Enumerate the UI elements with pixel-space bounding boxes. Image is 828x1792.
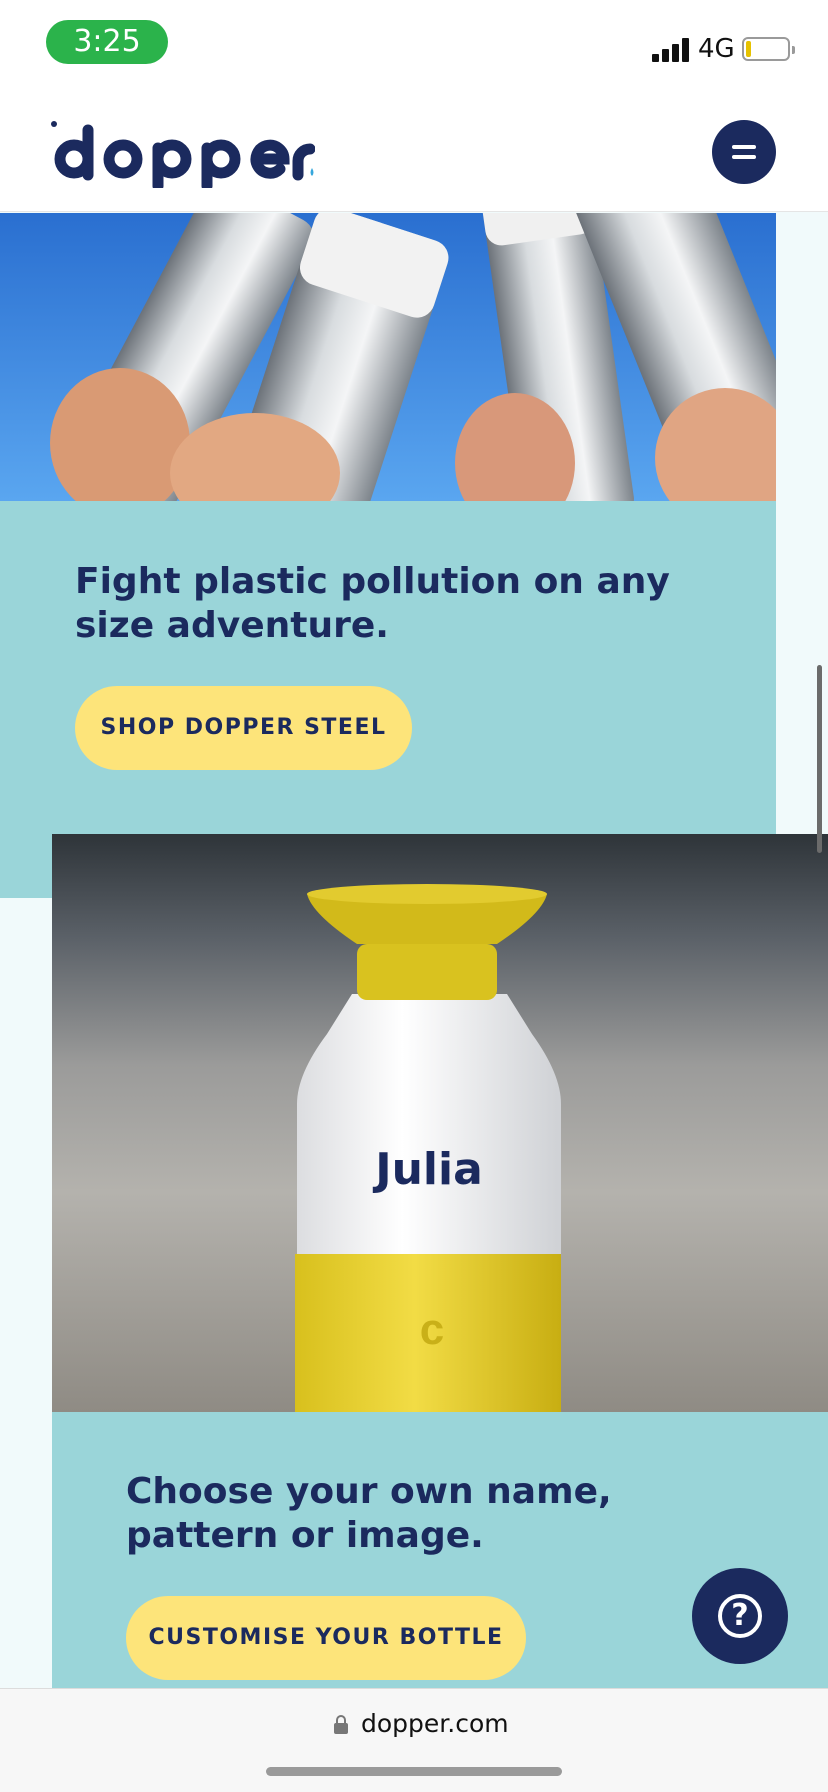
shop-dopper-steel-button[interactable]: SHOP DOPPER STEEL (75, 686, 412, 770)
svg-text:c: c (420, 1305, 444, 1354)
status-bar: 3:25 4G (0, 0, 828, 92)
question-icon: ? (718, 1594, 762, 1638)
battery-icon (742, 37, 795, 61)
page-scrollbar[interactable] (817, 665, 822, 853)
status-time: 3:25 (46, 20, 168, 64)
site-header (0, 92, 828, 212)
steel-bottles-image (50, 213, 776, 501)
customise-your-bottle-button[interactable]: CUSTOMISE YOUR BOTTLE (126, 1596, 526, 1680)
hamburger-icon (732, 145, 756, 149)
steel-promo-title: Fight plastic pollution on any size adve… (75, 561, 670, 646)
personalised-bottle-photo: c Julia (52, 834, 828, 1412)
menu-button[interactable] (712, 120, 776, 184)
bottle-image: c (295, 884, 561, 1412)
lock-icon (334, 1715, 348, 1735)
bottle-name-text: Julia (375, 1144, 483, 1195)
browser-url-bar[interactable]: dopper.com (0, 1688, 828, 1792)
customise-promo-title: Choose your own name, pattern or image. (126, 1471, 612, 1556)
help-button[interactable]: ? (692, 1568, 788, 1664)
network-type: 4G (698, 34, 735, 64)
home-indicator[interactable] (266, 1767, 562, 1776)
dopper-logo[interactable] (50, 118, 315, 188)
steel-bottles-photo (0, 213, 776, 501)
url-text: dopper.com (361, 1709, 509, 1738)
cellular-signal-icon (652, 36, 692, 62)
